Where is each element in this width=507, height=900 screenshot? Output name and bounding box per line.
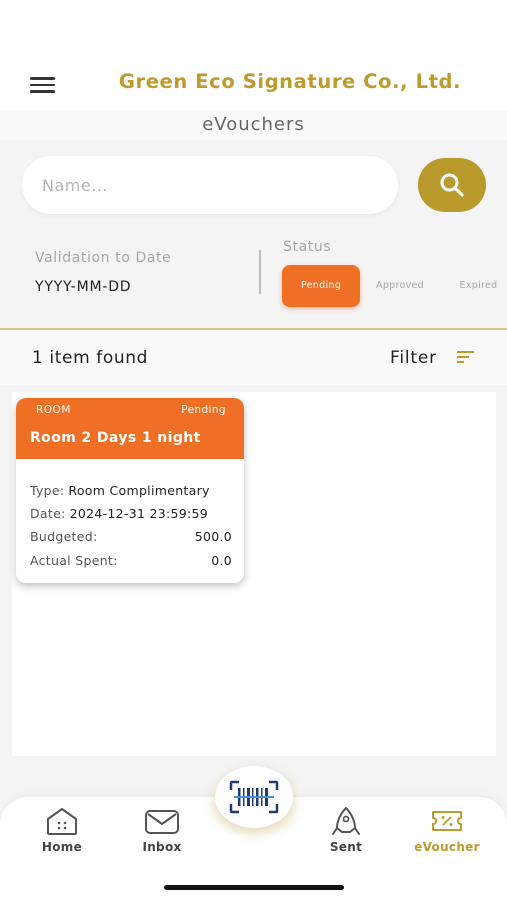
- scan-button[interactable]: [215, 766, 293, 828]
- status-label: Status: [283, 239, 332, 255]
- validation-date-label: Validation to Date: [35, 250, 172, 266]
- validation-date-field[interactable]: YYYY-MM-DD: [35, 279, 131, 295]
- sort-filter-icon[interactable]: [457, 351, 474, 365]
- nav-home-label: Home: [41, 840, 83, 854]
- hamburger-menu-icon[interactable]: [30, 77, 55, 93]
- nav-evoucher-label: eVoucher: [414, 840, 480, 854]
- status-chip-expired[interactable]: Expired: [450, 265, 507, 307]
- page-title: eVouchers: [202, 114, 305, 135]
- voucher-date-label: Date:: [30, 506, 66, 521]
- send-icon: [332, 807, 360, 835]
- filter-divider: [259, 250, 261, 294]
- voucher-actual-row: Actual Spent: 0.0: [30, 553, 232, 568]
- nav-inbox-label: Inbox: [142, 840, 182, 854]
- voucher-card-header: ROOM Pending Room 2 Days 1 night: [16, 398, 244, 459]
- voucher-date-value: 2024-12-31 23:59:59: [69, 506, 209, 521]
- voucher-category: ROOM: [36, 404, 71, 416]
- status-chip-approved[interactable]: Approved: [366, 265, 434, 307]
- voucher-status: Pending: [181, 404, 226, 416]
- voucher-type-label: Type:: [30, 483, 65, 498]
- barcode-scan-icon: [229, 780, 279, 814]
- nav-inbox[interactable]: Inbox: [122, 806, 202, 862]
- status-chip-pending[interactable]: Pending: [282, 265, 360, 307]
- nav-evoucher[interactable]: eVoucher: [407, 806, 487, 862]
- voucher-icon: [432, 811, 462, 831]
- search-box: [22, 156, 398, 214]
- home-icon: [47, 808, 77, 835]
- search-icon: [440, 173, 464, 197]
- nav-sent-label: Sent: [329, 840, 363, 854]
- company-name: Green Eco Signature Co., Ltd.: [118, 70, 462, 93]
- voucher-actual-label: Actual Spent:: [30, 553, 118, 568]
- home-indicator: [164, 885, 344, 890]
- voucher-budget-value: 500.0: [194, 529, 232, 544]
- voucher-card[interactable]: ROOM Pending Room 2 Days 1 night Type: R…: [16, 398, 244, 583]
- voucher-title: Room 2 Days 1 night: [30, 430, 201, 446]
- voucher-budget-row: Budgeted: 500.0: [30, 529, 232, 544]
- nav-sent[interactable]: Sent: [306, 806, 386, 862]
- voucher-actual-value: 0.0: [211, 553, 232, 568]
- mail-icon: [145, 810, 179, 834]
- search-button[interactable]: [418, 158, 486, 212]
- filter-button[interactable]: Filter: [390, 348, 437, 368]
- search-input[interactable]: [42, 156, 382, 214]
- top-bar: [0, 0, 507, 110]
- voucher-type-row: Type: Room Complimentary: [30, 483, 232, 498]
- results-count: 1 item found: [32, 348, 148, 368]
- nav-home[interactable]: Home: [22, 806, 102, 862]
- voucher-budget-label: Budgeted:: [30, 529, 98, 544]
- voucher-date-row: Date: 2024-12-31 23:59:59: [30, 506, 232, 521]
- voucher-type-value: Room Complimentary: [68, 483, 210, 498]
